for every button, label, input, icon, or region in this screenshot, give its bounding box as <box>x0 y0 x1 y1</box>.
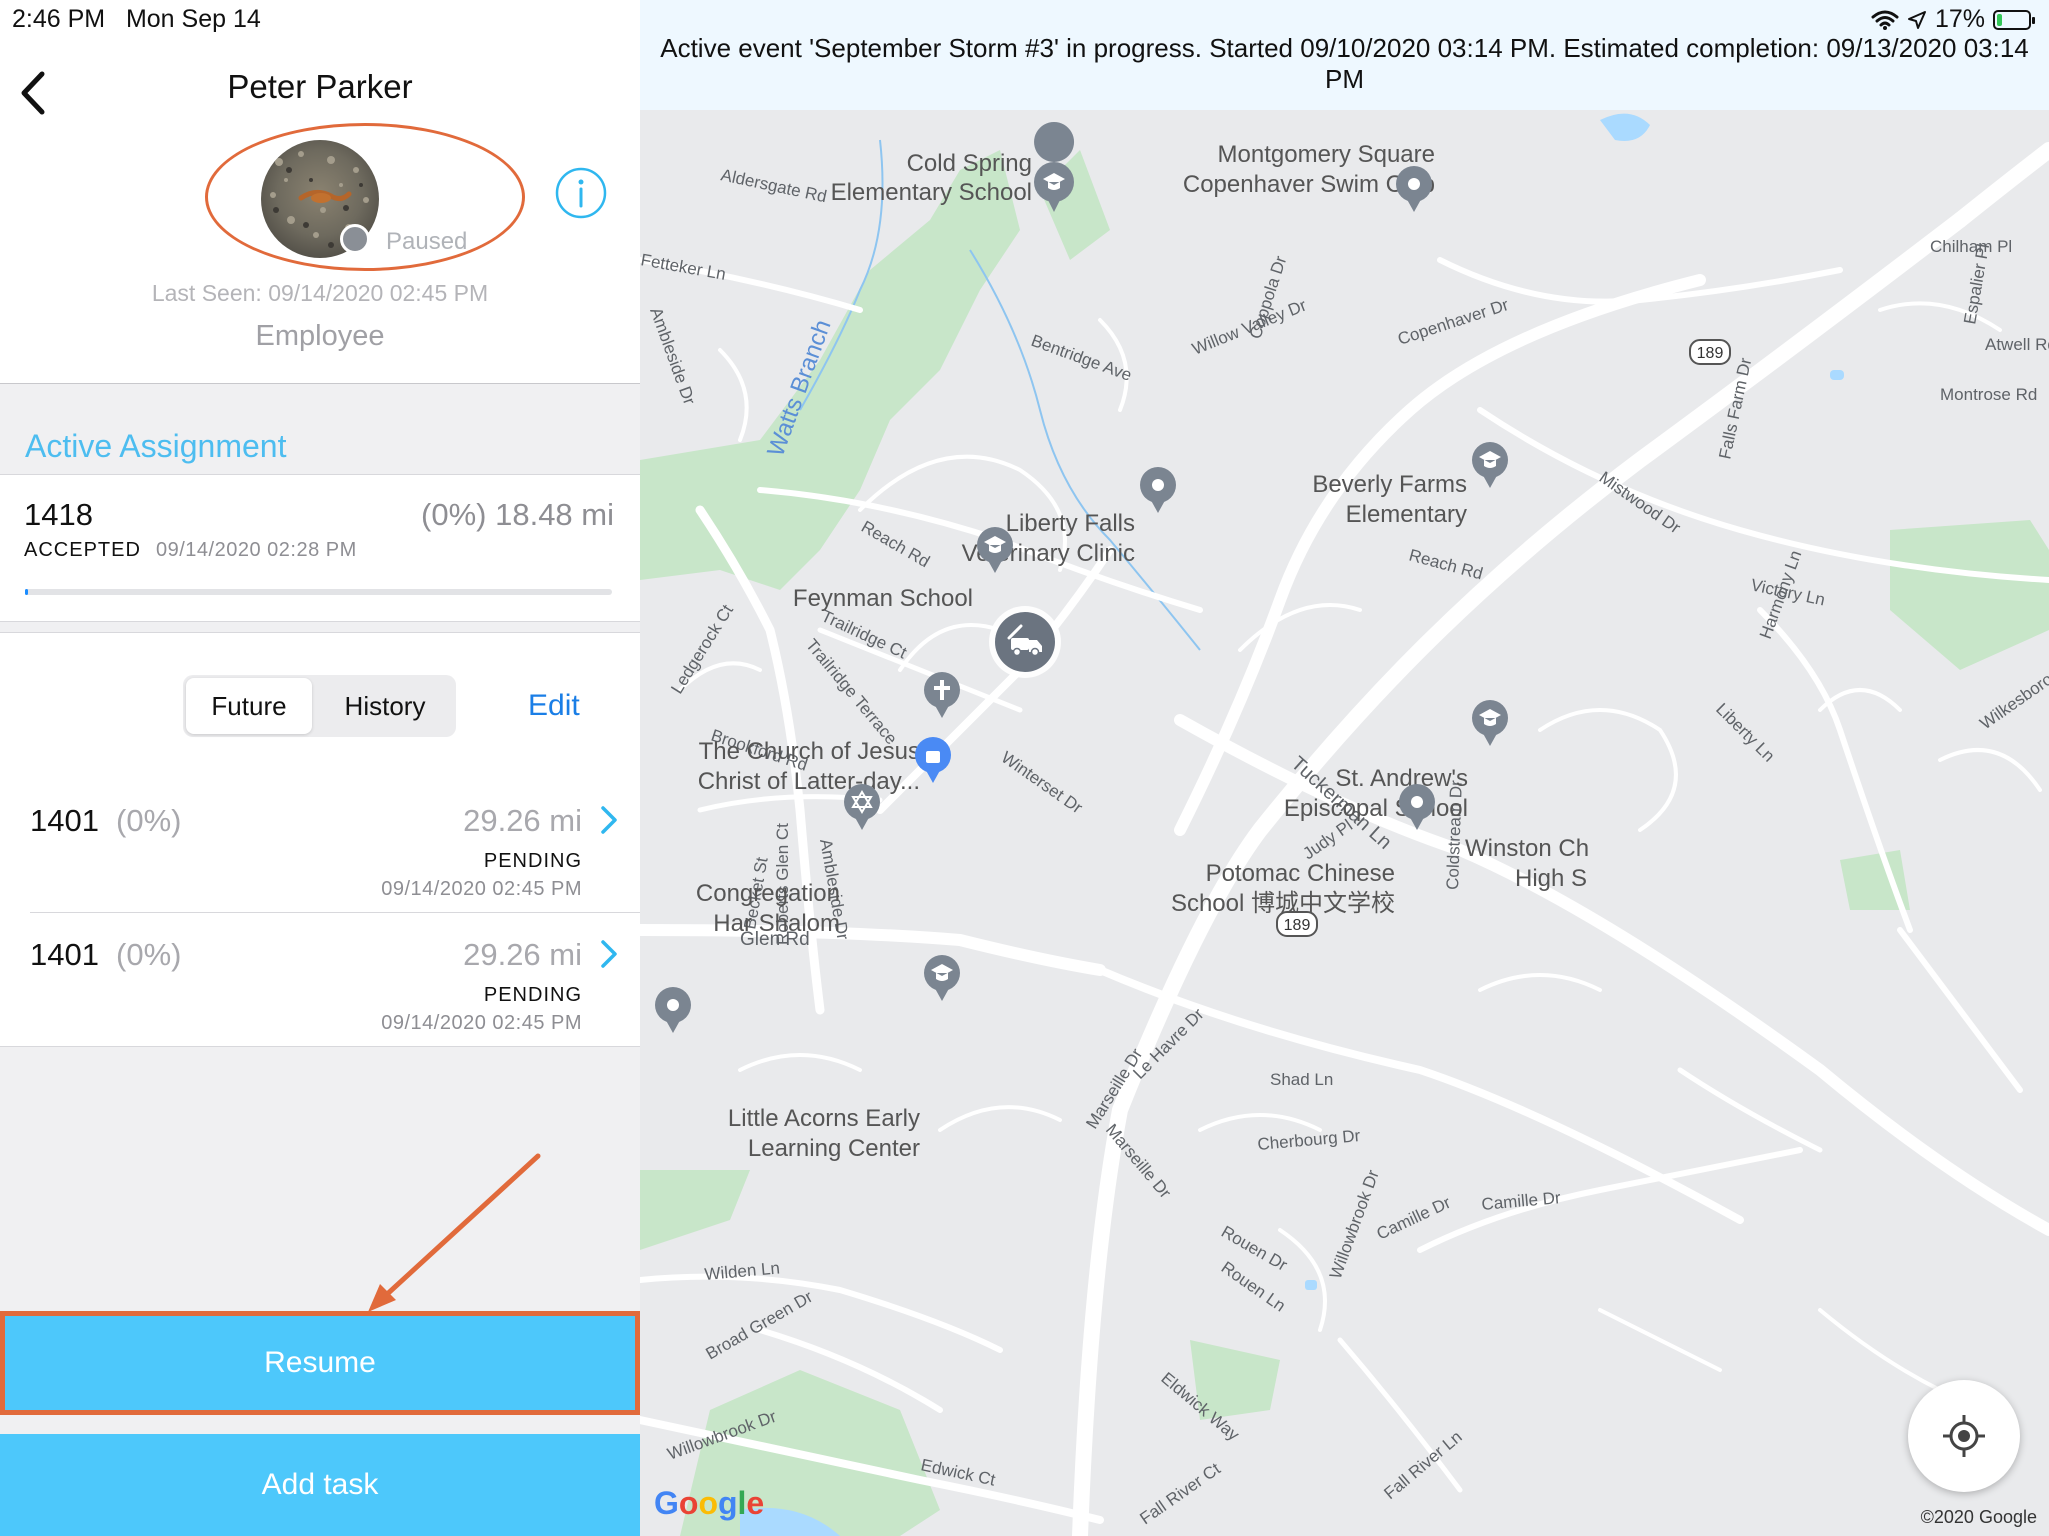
place-label: Montgomery Square <box>1218 141 1435 168</box>
place-label: High S <box>1515 865 1587 892</box>
locate-button[interactable] <box>1908 1380 2020 1492</box>
edit-button[interactable]: Edit <box>528 689 580 723</box>
chevron-right-icon <box>601 806 617 834</box>
locate-icon <box>1943 1415 1985 1457</box>
assignment-progress-text: (0%) 18.48 mi <box>421 497 614 532</box>
task-number: 1401 <box>30 803 99 838</box>
place-label: St. Andrew's <box>1335 765 1468 792</box>
paused-status-dot <box>340 224 370 254</box>
segmented-control: Future History <box>183 675 456 737</box>
task-date: 09/14/2020 02:45 PM <box>381 878 582 900</box>
chevron-right-icon <box>601 940 617 968</box>
last-seen: Last Seen: 09/14/2020 02:45 PM <box>151 280 489 306</box>
list-item[interactable]: 1401 (0%) 29.26 mi PENDING 09/14/2020 02… <box>0 912 640 1046</box>
place-label: Liberty Falls <box>1006 510 1135 537</box>
employee-role: Employee <box>255 320 385 352</box>
status-time: 2:46 PM Mon Sep 14 <box>12 5 261 33</box>
svg-text:189: 189 <box>1284 917 1311 934</box>
task-number: 1401 <box>30 937 99 972</box>
task-distance: 29.26 mi <box>463 937 582 972</box>
wifi-icon <box>1871 10 1899 30</box>
list-item[interactable]: 1401 (0%) 29.26 mi PENDING 09/14/2020 02… <box>0 778 640 912</box>
assignment-date: 09/14/2020 02:28 PM <box>156 539 357 561</box>
map-view[interactable]: 189 189 Aldersgate Rd Fetteker Ln Ambles… <box>640 110 2049 1536</box>
employee-name: Peter Parker <box>227 68 413 105</box>
place-label: Winston Ch <box>1465 835 1589 862</box>
road-label: Chilham Pl <box>1930 237 2012 256</box>
place-label: Little Acorns Early <box>728 1105 920 1132</box>
task-date: 09/14/2020 02:45 PM <box>381 1012 582 1034</box>
place-label: Learning Center <box>748 1135 920 1162</box>
map-panel: Active event 'September Storm #3' in pro… <box>640 0 2049 1536</box>
active-event-banner: Active event 'September Storm #3' in pro… <box>640 0 2049 111</box>
place-label: Beverly Farms <box>1312 471 1467 498</box>
place-label: Christ of Latter-day... <box>698 768 920 795</box>
road-label: Shad Ln <box>1270 1070 1333 1089</box>
place-label: Elementary School <box>831 179 1032 206</box>
banner-text: Active event 'September Storm #3' in pro… <box>660 33 2029 94</box>
place-label: Congregation <box>696 880 840 907</box>
task-status: PENDING <box>483 984 582 1006</box>
place-label: Potomac Chinese <box>1206 860 1395 887</box>
battery-percent: 17% <box>1934 5 1985 33</box>
task-percent: (0%) <box>116 803 182 838</box>
place-label: Episcopal School <box>1284 795 1468 822</box>
task-percent: (0%) <box>116 937 182 972</box>
assignment-progress-bar <box>25 589 612 595</box>
tab-future[interactable]: Future <box>186 678 312 734</box>
profile-card: 2:46 PM Mon Sep 14 Peter Parker Paused L… <box>0 0 640 384</box>
place-label: Cold Spring <box>907 150 1032 177</box>
task-tabs-area: Future History Edit <box>0 632 640 780</box>
tab-history[interactable]: History <box>317 678 453 734</box>
road-label: Montrose Rd <box>1940 385 2037 404</box>
road-label: Atwell Rd <box>1985 335 2049 354</box>
active-assignment-card[interactable]: 1418 (0%) 18.48 mi ACCEPTED 09/14/2020 0… <box>0 474 640 622</box>
route-shield: 189 <box>1689 339 1731 365</box>
location-arrow-icon <box>1907 10 1926 29</box>
map-copyright: ©2020 Google <box>1920 1507 2037 1527</box>
add-task-button[interactable]: Add task <box>0 1434 640 1536</box>
place-label: School 博城中文学校 <box>1171 890 1395 917</box>
assignment-status: ACCEPTED <box>24 539 141 561</box>
status-paused-label: Paused <box>386 228 468 255</box>
truck-icon[interactable] <box>989 606 1061 678</box>
employee-panel: 2:46 PM Mon Sep 14 Peter Parker Paused L… <box>0 0 640 1536</box>
status-indicators: 17% <box>1871 5 2035 34</box>
place-label: Elementary <box>1346 501 1467 528</box>
svg-text:189: 189 <box>1697 345 1724 362</box>
resume-button[interactable]: Resume <box>0 1311 640 1415</box>
task-distance: 29.26 mi <box>463 803 582 838</box>
active-assignment-heading: Active Assignment <box>25 428 287 464</box>
battery-icon <box>1993 9 2035 30</box>
place-label: The Church of Jesus <box>699 738 920 765</box>
place-label: Feynman School <box>793 585 973 612</box>
google-logo: Google <box>654 1485 765 1521</box>
task-list: 1401 (0%) 29.26 mi PENDING 09/14/2020 02… <box>0 778 640 1047</box>
place-label: Har Shalom <box>713 910 840 937</box>
assignment-number: 1418 <box>24 497 93 532</box>
info-icon[interactable] <box>554 166 608 220</box>
task-status: PENDING <box>483 850 582 872</box>
